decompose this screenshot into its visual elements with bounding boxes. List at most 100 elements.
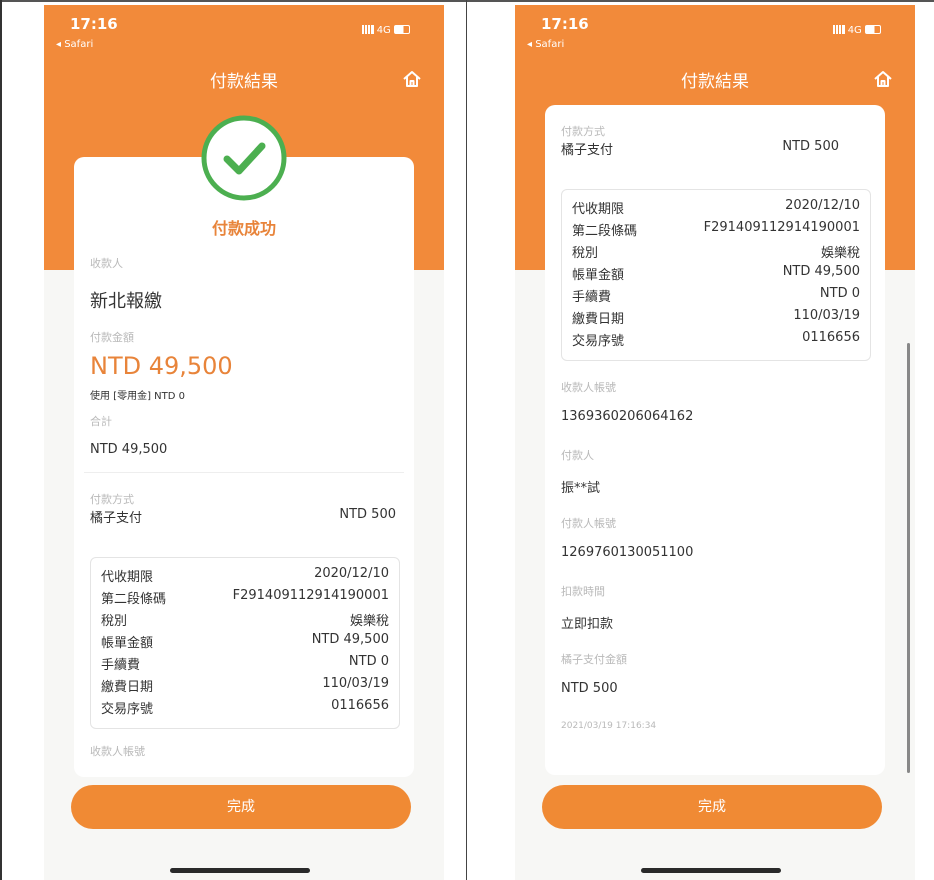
orange-pay-amount-value: NTD 500 xyxy=(561,681,618,696)
battery-icon xyxy=(865,25,881,34)
detail-key: 帳單金額 xyxy=(572,268,625,283)
detail-key: 帳單金額 xyxy=(101,636,154,651)
page-title: 付款結果 xyxy=(681,72,749,92)
detail-key: 代收期限 xyxy=(101,570,154,585)
detail-value: 0116656 xyxy=(331,698,389,713)
method-name: 橘子支付 xyxy=(561,143,614,158)
debit-time-label: 扣款時間 xyxy=(561,585,605,598)
success-text: 付款成功 xyxy=(211,219,276,238)
scrollbar[interactable] xyxy=(907,343,910,773)
payee-account-label: 收款人帳號 xyxy=(561,381,616,394)
detail-value: F291409112914190001 xyxy=(703,220,860,235)
detail-key: 稅別 xyxy=(101,614,128,629)
status-time: 17:16 xyxy=(541,15,589,33)
status-time: 17:16 xyxy=(70,15,118,33)
detail-row: 代收期限 2020/12/10 xyxy=(101,566,389,588)
detail-row: 手續費 NTD 0 xyxy=(572,286,860,308)
detail-key: 繳費日期 xyxy=(101,680,154,695)
method-name: 橘子支付 xyxy=(90,511,143,526)
result-card: 付款成功 收款人 新北報繳 付款金額 NTD 49,500 使用 [零用金] N… xyxy=(74,157,414,777)
detail-row: 繳費日期 110/03/19 xyxy=(572,308,860,330)
detail-value: 110/03/19 xyxy=(793,308,860,323)
back-label: Safari xyxy=(64,39,94,50)
orange-pay-amount-label: 橘子支付金額 xyxy=(561,653,627,666)
method-amount: NTD 500 xyxy=(782,139,839,154)
frame-top-line xyxy=(0,0,934,2)
detail-key: 交易序號 xyxy=(572,334,625,349)
status-indicators: 4G xyxy=(832,25,881,36)
detail-key: 繳費日期 xyxy=(572,312,625,327)
petty-cash-note: 使用 [零用金] NTD 0 xyxy=(90,391,185,402)
detail-row: 帳單金額 NTD 49,500 xyxy=(101,632,389,654)
detail-row: 稅別 娛樂稅 xyxy=(572,242,860,264)
detail-value: 2020/12/10 xyxy=(314,566,389,581)
detail-box: 代收期限 2020/12/10 第二段條碼 F291409112914190001 … xyxy=(90,557,400,729)
detail-value: 娛樂稅 xyxy=(820,246,860,261)
payee-account-label: 收款人帳號 xyxy=(90,745,145,758)
phone-screen-right: 17:16 ◂ Safari 4G 付款結果 付款方式 橘子支付 NTD 500… xyxy=(515,5,915,880)
detail-value: NTD 0 xyxy=(348,654,389,669)
battery-icon xyxy=(394,25,410,34)
home-icon[interactable] xyxy=(402,69,422,89)
page-title: 付款結果 xyxy=(210,72,278,92)
detail-value: 0116656 xyxy=(802,330,860,345)
detail-key: 手續費 xyxy=(572,290,612,305)
divider xyxy=(84,472,404,473)
signal-icon xyxy=(832,25,845,34)
detail-key: 交易序號 xyxy=(101,702,154,717)
home-indicator xyxy=(170,868,310,873)
detail-value: 娛樂稅 xyxy=(349,614,389,629)
detail-box: 代收期限 2020/12/10 第二段條碼 F291409112914190001 … xyxy=(561,189,871,361)
status-indicators: 4G xyxy=(361,25,410,36)
frame-divider xyxy=(466,0,467,880)
back-to-safari-link[interactable]: ◂ Safari xyxy=(56,39,93,50)
detail-row: 第二段條碼 F291409112914190001 xyxy=(572,220,860,242)
detail-value: NTD 49,500 xyxy=(782,264,860,279)
detail-row: 帳單金額 NTD 49,500 xyxy=(572,264,860,286)
payer-account-label: 付款人帳號 xyxy=(561,517,616,530)
detail-key: 稅別 xyxy=(572,246,599,261)
back-to-safari-link[interactable]: ◂ Safari xyxy=(527,39,564,50)
detail-row: 第二段條碼 F291409112914190001 xyxy=(101,588,389,610)
done-button[interactable]: 完成 xyxy=(542,785,882,829)
detail-value: NTD 0 xyxy=(819,286,860,301)
detail-row: 交易序號 0116656 xyxy=(101,698,389,720)
network-label: 4G xyxy=(376,25,391,36)
detail-row: 稅別 娛樂稅 xyxy=(101,610,389,632)
detail-row: 代收期限 2020/12/10 xyxy=(572,198,860,220)
frame-left-line xyxy=(0,0,2,880)
amount-value: NTD 49,500 xyxy=(90,352,233,380)
detail-value: F291409112914190001 xyxy=(232,588,389,603)
payee-label: 收款人 xyxy=(90,257,123,270)
total-label: 合計 xyxy=(90,415,112,428)
total-value: NTD 49,500 xyxy=(90,442,168,457)
home-indicator xyxy=(641,868,781,873)
payee-value: 新北報繳 xyxy=(90,291,162,312)
transaction-timestamp: 2021/03/19 17:16:34 xyxy=(561,721,657,731)
detail-key: 第二段條碼 xyxy=(572,224,638,239)
check-circle-icon xyxy=(201,115,287,201)
payer-label: 付款人 xyxy=(561,449,594,462)
payer-value: 振**試 xyxy=(561,481,601,496)
detail-key: 手續費 xyxy=(101,658,141,673)
result-card-scrolled[interactable]: 付款方式 橘子支付 NTD 500 代收期限 2020/12/10 第二段條碼 F2… xyxy=(545,105,885,775)
detail-row: 手續費 NTD 0 xyxy=(101,654,389,676)
debit-time-value: 立即扣款 xyxy=(561,617,614,632)
network-label: 4G xyxy=(847,25,862,36)
amount-label: 付款金額 xyxy=(90,331,134,344)
detail-key: 第二段條碼 xyxy=(101,592,167,607)
signal-icon xyxy=(361,25,374,34)
done-button[interactable]: 完成 xyxy=(71,785,411,829)
detail-row: 交易序號 0116656 xyxy=(572,330,860,352)
method-amount: NTD 500 xyxy=(339,507,396,522)
back-label: Safari xyxy=(535,39,565,50)
payee-account-value: 1369360206064162 xyxy=(561,409,694,424)
phone-screen-left: 17:16 ◂ Safari 4G 付款結果 付款成功 收款人 新北報繳 付款金… xyxy=(44,5,444,880)
method-label: 付款方式 xyxy=(90,493,134,506)
home-icon[interactable] xyxy=(873,69,893,89)
payer-account-value: 1269760130051100 xyxy=(561,545,694,560)
method-label: 付款方式 xyxy=(561,125,605,138)
detail-row: 繳費日期 110/03/19 xyxy=(101,676,389,698)
detail-value: NTD 49,500 xyxy=(311,632,389,647)
detail-value: 110/03/19 xyxy=(322,676,389,691)
